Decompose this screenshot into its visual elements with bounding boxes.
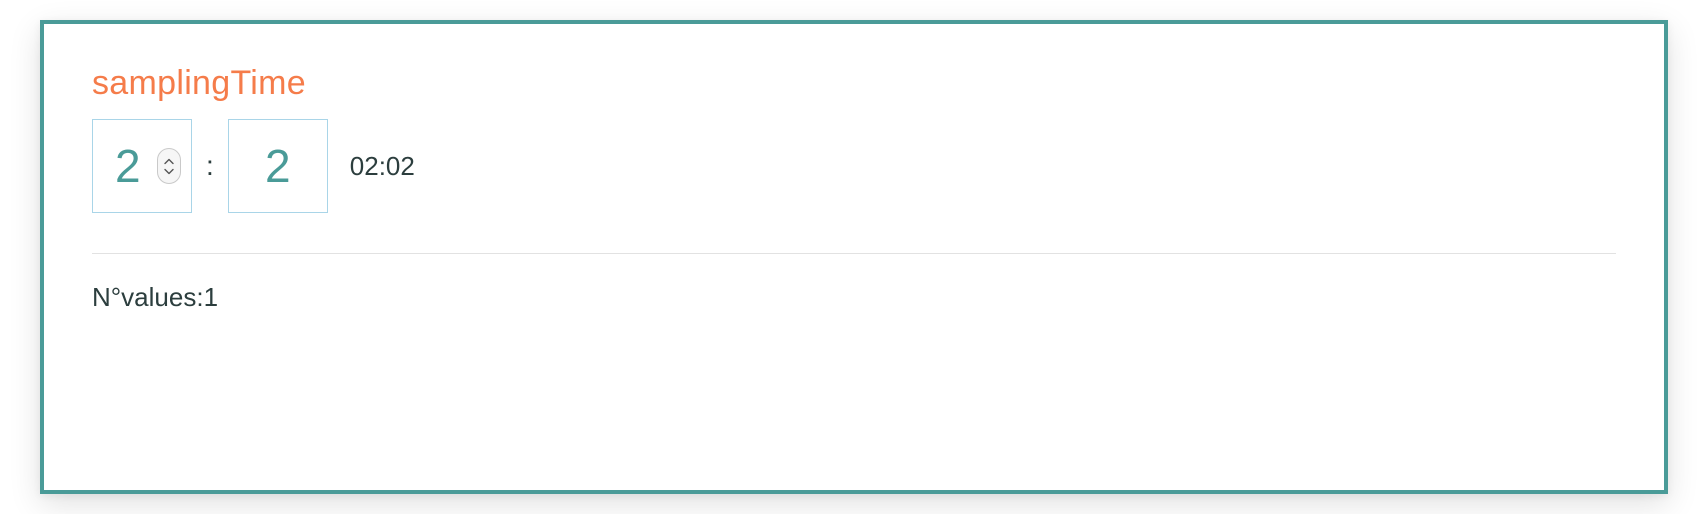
minutes-value: 2	[265, 143, 291, 189]
chevron-up-icon[interactable]	[164, 156, 174, 166]
divider	[92, 253, 1616, 254]
hours-input[interactable]: 2	[92, 119, 192, 213]
values-number: 1	[204, 282, 218, 312]
time-separator: :	[204, 150, 216, 182]
time-input-row: 2 : 2 02:02	[92, 119, 1616, 213]
time-display: 02:02	[350, 151, 415, 182]
card-title: samplingTime	[92, 64, 1616, 103]
sampling-time-card: samplingTime 2 : 2 02:02 N°values:1	[40, 20, 1668, 494]
hours-stepper[interactable]	[157, 148, 181, 184]
values-count: N°values:1	[92, 282, 1616, 313]
chevron-down-icon[interactable]	[164, 166, 174, 176]
hours-value: 2	[115, 143, 141, 189]
values-label: N°values:	[92, 282, 204, 312]
minutes-input[interactable]: 2	[228, 119, 328, 213]
